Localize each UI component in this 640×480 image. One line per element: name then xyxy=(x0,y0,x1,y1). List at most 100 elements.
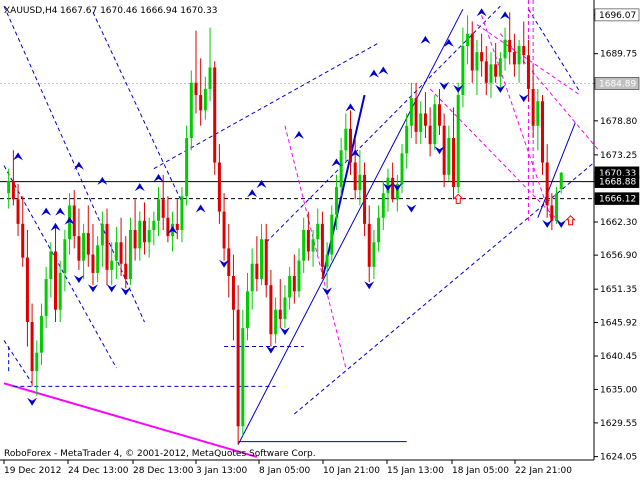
candle-body xyxy=(213,67,217,163)
y-tick-label: 1673.25 xyxy=(600,151,637,161)
y-tick-label: 1624.05 xyxy=(600,453,637,463)
candle-body xyxy=(30,322,34,372)
candle-body xyxy=(400,153,404,184)
candle-body xyxy=(128,230,132,280)
candle-body xyxy=(484,61,488,83)
candle-body xyxy=(466,33,470,46)
candle-body xyxy=(377,217,381,243)
x-tick-label: 8 Jan 05:00 xyxy=(259,466,311,476)
candle-body xyxy=(231,276,235,310)
candle-body xyxy=(203,88,207,111)
candle-body xyxy=(367,223,371,267)
candle-body xyxy=(157,199,161,221)
candle-body xyxy=(353,162,357,191)
candle-body xyxy=(419,113,423,132)
price-chart[interactable]: 1696.071689.751684.891678.801673.251670.… xyxy=(0,0,640,480)
candle-body xyxy=(522,46,526,56)
candle-body xyxy=(274,309,278,335)
candle-body xyxy=(372,242,376,267)
copyright-label: RoboForex - MetaTrader 4, © 2001-2012, M… xyxy=(4,449,316,459)
x-tick-label: 15 Jan 13:00 xyxy=(387,466,444,476)
candle-body xyxy=(283,297,287,319)
chart-window: 1696.071689.751684.891678.801673.251670.… xyxy=(0,0,640,480)
candle-body xyxy=(437,104,441,126)
candle-body xyxy=(428,125,432,145)
candle-body xyxy=(142,220,146,243)
candle-body xyxy=(325,254,329,267)
x-tick-label: 18 Jan 05:00 xyxy=(452,466,509,476)
candle-body xyxy=(405,125,409,154)
candle-body xyxy=(161,199,165,218)
candle-body xyxy=(105,223,109,270)
candle-body xyxy=(339,150,343,188)
symbol-label: XAUUSD,H4 xyxy=(4,6,58,16)
y-tick-label: 1689.75 xyxy=(600,50,637,60)
candle-body xyxy=(330,214,334,255)
candle-body xyxy=(124,263,128,280)
candle-body xyxy=(147,230,151,243)
candle-body xyxy=(494,64,498,77)
candle-body xyxy=(264,239,268,286)
candle-body xyxy=(227,248,231,276)
candle-body xyxy=(288,276,292,298)
ohlc-readout: 1667.67 1670.46 1666.94 1670.33 xyxy=(60,6,217,16)
candle-body xyxy=(278,309,282,319)
candle-body xyxy=(292,276,296,292)
candle-body xyxy=(35,352,39,372)
candle-body xyxy=(536,101,540,126)
candle-body xyxy=(447,138,451,175)
x-tick-label: 22 Jan 21:00 xyxy=(515,466,572,476)
candle-body xyxy=(54,251,58,310)
price-label: 1696.07 xyxy=(599,11,636,21)
candle-body xyxy=(199,95,203,111)
candle-body xyxy=(423,113,427,126)
candle-body xyxy=(245,291,249,329)
candle-body xyxy=(236,309,240,427)
candle-body xyxy=(316,223,320,240)
candle-body xyxy=(16,199,20,224)
x-tick-label: 19 Dec 2012 xyxy=(4,466,62,476)
y-tick-label: 1635.00 xyxy=(600,385,637,395)
candle-body xyxy=(114,242,118,261)
candle-body xyxy=(175,223,179,230)
candle-body xyxy=(302,230,306,261)
candle-body xyxy=(414,98,418,132)
candle-body xyxy=(452,138,456,188)
candle-body xyxy=(349,128,353,163)
candle-body xyxy=(119,242,123,264)
candle-body xyxy=(44,279,48,316)
candle-body xyxy=(180,196,184,230)
y-tick-label: 1640.45 xyxy=(600,352,637,362)
candle-body xyxy=(545,162,549,206)
candle-body xyxy=(517,46,521,65)
y-tick-label: 1645.92 xyxy=(600,318,637,328)
candle-body xyxy=(297,260,301,292)
x-tick-label: 28 Dec 13:00 xyxy=(133,466,194,476)
candle-body xyxy=(433,104,437,145)
candle-body xyxy=(320,223,324,267)
candle-body xyxy=(110,260,114,270)
candle-body xyxy=(334,187,338,215)
candle-body xyxy=(49,251,53,280)
candle-body xyxy=(456,95,460,188)
candle-body xyxy=(508,39,512,53)
y-tick-label: 1678.80 xyxy=(600,117,637,127)
candle-body xyxy=(194,82,198,96)
chart-background xyxy=(0,0,640,480)
candle-body xyxy=(531,88,535,126)
candle-body xyxy=(72,205,76,237)
candle-body xyxy=(133,230,137,249)
x-tick-label: 24 Dec 13:00 xyxy=(68,466,129,476)
candle-body xyxy=(86,233,90,255)
candle-body xyxy=(540,101,544,163)
candle-body xyxy=(550,205,554,221)
candle-body xyxy=(526,55,530,89)
candle-body xyxy=(260,239,264,280)
candle-body xyxy=(503,39,507,59)
y-tick-label: 1651.35 xyxy=(600,285,637,295)
candle-body xyxy=(152,220,156,230)
candle-body xyxy=(311,239,315,252)
candle-body xyxy=(344,128,348,151)
candle-body xyxy=(559,172,563,190)
candle-body xyxy=(391,177,395,200)
